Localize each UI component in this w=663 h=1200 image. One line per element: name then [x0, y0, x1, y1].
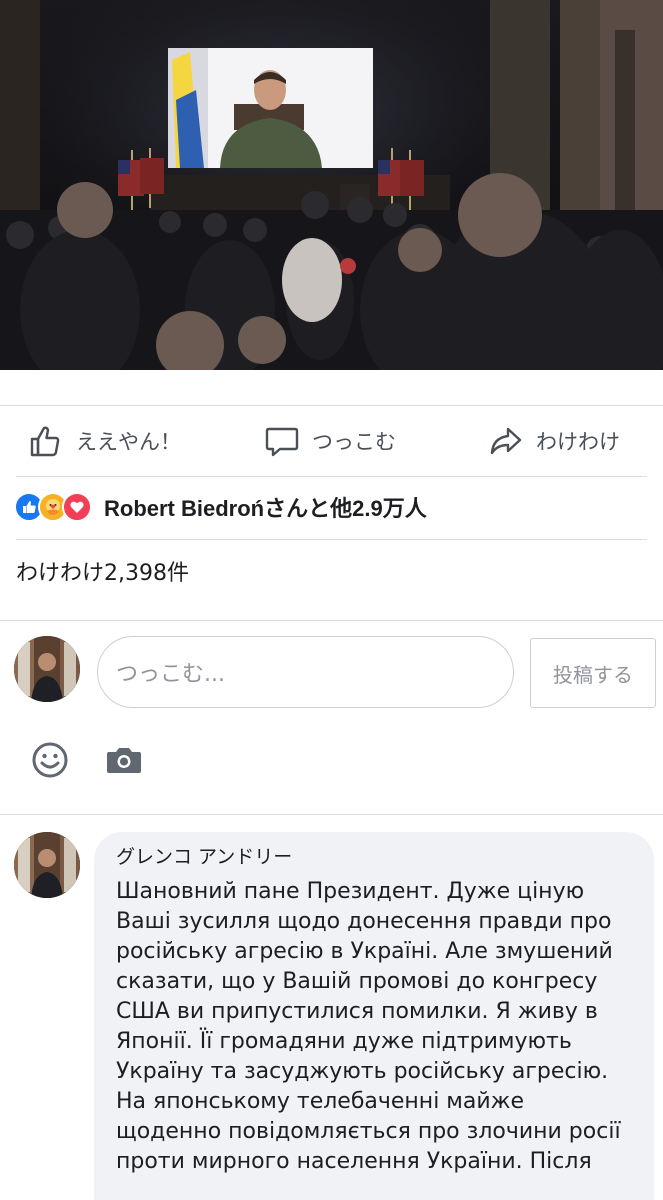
emoji-icon — [31, 741, 69, 783]
comment-author-name[interactable]: グレンコ アンドリー — [116, 842, 630, 869]
post-video[interactable] — [0, 0, 663, 370]
reaction-summary[interactable]: Robert Biedrońさんと他2.9万人 — [14, 487, 427, 527]
emoji-button[interactable] — [28, 740, 72, 784]
reaction-icons — [14, 492, 92, 522]
post-action-bar: ええやん！ つっこむ わけわけ — [0, 406, 663, 476]
like-label: ええやん！ — [76, 430, 181, 454]
camera-icon — [106, 745, 142, 779]
divider — [0, 814, 663, 815]
love-reaction-icon — [62, 492, 92, 522]
thumbs-up-icon — [26, 421, 66, 461]
video-frame — [0, 0, 663, 370]
comment-text: Шановний пане Президент. Дуже ціную Ваші… — [116, 879, 621, 1174]
share-arrow-icon — [486, 421, 526, 461]
comment-bubble[interactable]: グレンコ アンドリー Шановний пане Президент. Дуже… — [94, 832, 654, 1200]
comment-button[interactable]: つっこむ — [262, 406, 396, 476]
post-comment-button[interactable]: 投稿する — [530, 638, 656, 708]
comment-input-placeholder: つっこむ... — [116, 662, 225, 687]
camera-button[interactable] — [102, 740, 146, 784]
divider — [0, 620, 663, 621]
reaction-count-text: Robert Biedrońさんと他2.9万人 — [104, 496, 427, 521]
commenter-avatar[interactable] — [14, 832, 80, 898]
comment-bubble-icon — [262, 421, 302, 461]
share-button[interactable]: わけわけ — [486, 406, 620, 476]
share-count[interactable]: わけわけ2,398件 — [16, 555, 189, 587]
like-button[interactable]: ええやん！ — [26, 406, 181, 476]
divider — [16, 476, 647, 477]
comment-input[interactable]: つっこむ... — [97, 636, 514, 708]
share-label: わけわけ — [536, 430, 620, 454]
divider — [16, 539, 647, 540]
comment-label: つっこむ — [312, 430, 396, 454]
current-user-avatar[interactable] — [14, 636, 80, 702]
